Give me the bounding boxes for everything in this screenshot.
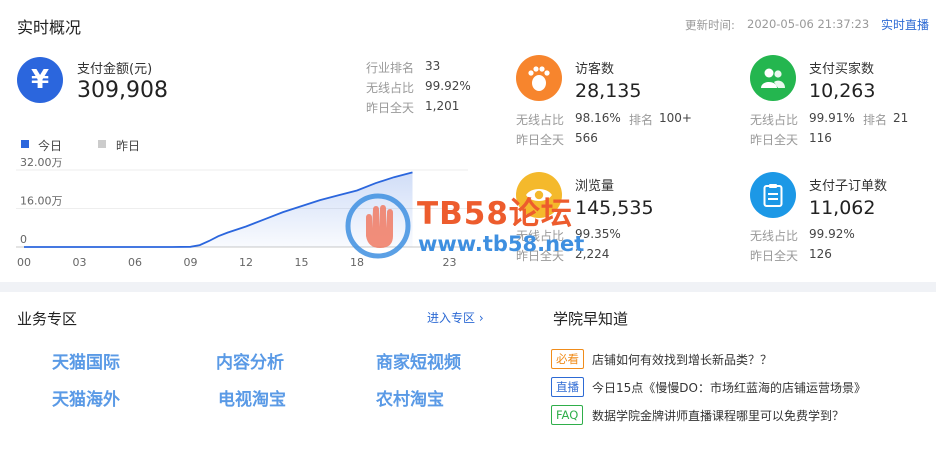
biz-link-tmall-overseas[interactable]: 天猫海外 bbox=[52, 385, 120, 410]
section-divider bbox=[0, 282, 936, 292]
chart-y-tick-label: 16.00万 bbox=[20, 195, 63, 208]
business-zone-title: 业务专区 bbox=[17, 310, 78, 328]
buyers-value: 10,263 bbox=[809, 80, 876, 102]
buyers-yesterday-label: 昨日全天 bbox=[750, 133, 799, 147]
visitors-value: 28,135 bbox=[575, 80, 642, 102]
chart-y-tick-label: 32.00万 bbox=[20, 158, 63, 169]
industry-rank-value: 33 bbox=[425, 59, 441, 73]
academy-title: 学院早知道 bbox=[553, 310, 629, 328]
legend-yesterday[interactable]: 昨日 bbox=[116, 137, 140, 154]
payment-yesterday-value: 1,201 bbox=[425, 99, 460, 113]
users-icon bbox=[750, 55, 796, 101]
live-stream-link[interactable]: 实时直播 bbox=[881, 16, 929, 33]
clipboard-icon bbox=[750, 172, 796, 218]
academy-item-1[interactable]: 店铺如何有效找到增长新品类？？ bbox=[592, 351, 772, 368]
biz-link-short-video[interactable]: 商家短视频 bbox=[376, 348, 461, 373]
enter-zone-link[interactable]: 进入专区 › bbox=[427, 309, 484, 326]
payment-amount-value: 309,908 bbox=[77, 78, 168, 103]
biz-link-rural-taobao[interactable]: 农村淘宝 bbox=[376, 385, 444, 410]
visitors-yesterday-value: 566 bbox=[575, 131, 598, 145]
faq-badge: FAQ bbox=[551, 405, 584, 425]
buyers-label: 支付买家数 bbox=[809, 62, 875, 77]
payment-amount-label: 支付金额(元) bbox=[77, 62, 153, 77]
legend-today[interactable]: 今日 bbox=[38, 137, 62, 154]
chart-x-tick-label: 06 bbox=[128, 256, 142, 269]
payment-wireless-label: 无线占比 bbox=[366, 81, 415, 95]
chart-x-tick-label: 00 bbox=[17, 256, 31, 269]
academy-item-3[interactable]: 数据学院金牌讲师直播课程哪里可以免费学到？ bbox=[592, 407, 844, 424]
buyers-wireless-label: 无线占比 bbox=[750, 113, 799, 127]
chart-x-tick-label: 12 bbox=[239, 256, 253, 269]
update-time-value: 2020-05-06 21:37:23 bbox=[747, 17, 870, 31]
orders-yesterday-label: 昨日全天 bbox=[750, 249, 799, 263]
biz-link-content-analysis[interactable]: 内容分析 bbox=[216, 348, 284, 373]
watermark-brand-text: TB58论坛 bbox=[417, 196, 573, 232]
orders-label: 支付子订单数 bbox=[809, 179, 888, 194]
legend-yesterday-swatch bbox=[98, 140, 106, 148]
orders-wireless-value: 99.92% bbox=[809, 227, 855, 241]
visitors-rank-value: 100+ bbox=[659, 111, 692, 125]
visitors-wireless-value: 98.16% bbox=[575, 111, 621, 125]
academy-item-2[interactable]: 今日15点《慢慢DO：市场红蓝海的店铺运营场景》 bbox=[592, 379, 866, 396]
buyers-rank-value: 21 bbox=[893, 111, 909, 125]
pageviews-value: 145,535 bbox=[575, 197, 654, 219]
live-badge: 直播 bbox=[551, 377, 584, 397]
chart-x-tick-label: 15 bbox=[295, 256, 309, 269]
yen-icon: ¥ bbox=[17, 57, 63, 103]
update-time-label: 更新时间: bbox=[685, 18, 735, 32]
chart-y-tick-label: 0 bbox=[20, 233, 27, 246]
orders-wireless-label: 无线占比 bbox=[750, 229, 799, 243]
legend-today-swatch bbox=[21, 140, 29, 148]
must-read-badge: 必看 bbox=[551, 349, 584, 369]
page-title: 实时概况 bbox=[17, 18, 82, 37]
watermark-url-text: www.tb58.net bbox=[418, 232, 585, 256]
buyers-rank-label: 排名 bbox=[863, 113, 888, 127]
payment-yesterday-label: 昨日全天 bbox=[366, 101, 415, 115]
pageviews-label: 浏览量 bbox=[575, 179, 615, 194]
visitors-label: 访客数 bbox=[575, 62, 615, 77]
chart-x-tick-label: 03 bbox=[73, 256, 87, 269]
biz-link-tmall-global[interactable]: 天猫国际 bbox=[52, 348, 120, 373]
orders-value: 11,062 bbox=[809, 197, 876, 219]
buyers-wireless-value: 99.91% bbox=[809, 111, 855, 125]
industry-rank-label: 行业排名 bbox=[366, 61, 415, 75]
orders-yesterday-value: 126 bbox=[809, 247, 832, 261]
footprint-icon bbox=[516, 55, 562, 101]
watermark-hand-logo bbox=[344, 192, 412, 260]
visitors-wireless-label: 无线占比 bbox=[516, 113, 565, 127]
chart-x-tick-label: 09 bbox=[184, 256, 198, 269]
buyers-yesterday-value: 116 bbox=[809, 131, 832, 145]
payment-wireless-value: 99.92% bbox=[425, 79, 471, 93]
biz-link-tv-taobao[interactable]: 电视淘宝 bbox=[218, 385, 286, 410]
visitors-rank-label: 排名 bbox=[629, 113, 654, 127]
visitors-yesterday-label: 昨日全天 bbox=[516, 133, 565, 147]
chart-x-tick-label: 23 bbox=[443, 256, 457, 269]
